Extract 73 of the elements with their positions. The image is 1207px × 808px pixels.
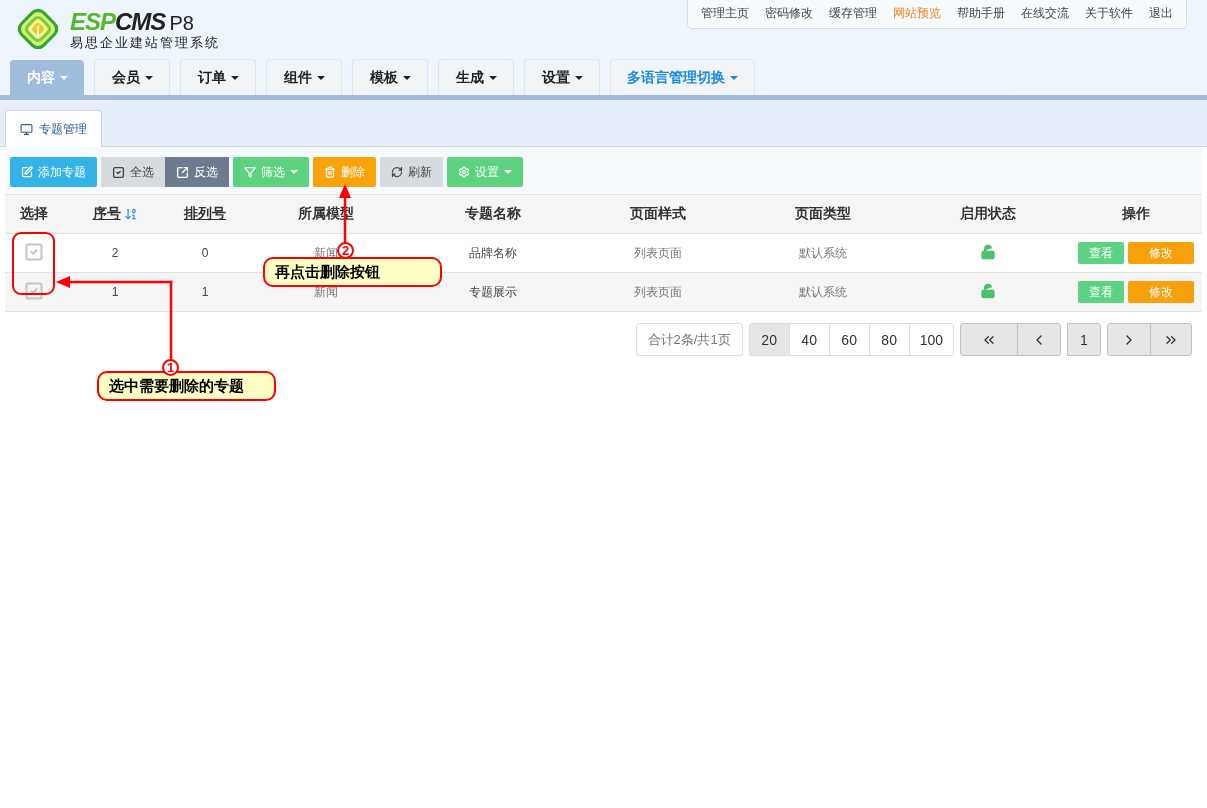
top-link[interactable]: 缓存管理 [829, 5, 877, 22]
square-check-icon [112, 165, 125, 179]
nav-tab[interactable]: 设置 [524, 59, 600, 95]
nav-tab[interactable]: 组件 [266, 59, 342, 95]
caret-icon [574, 75, 583, 80]
caret-icon [290, 170, 298, 174]
table-cell: 1 [111, 285, 119, 299]
first-page-button[interactable] [960, 323, 1018, 356]
table-cell: 1 [201, 285, 209, 299]
table-cell: 默认系统 [798, 245, 847, 260]
highlight-frame [12, 232, 55, 295]
prev-page-button[interactable] [1017, 323, 1061, 356]
table-cell: 0 [201, 246, 209, 260]
gear-icon [458, 166, 470, 178]
table-cell: 品牌名称 [468, 245, 517, 260]
caret-icon [59, 75, 68, 80]
page-size-button[interactable]: 60 [828, 323, 870, 356]
top-link[interactable]: 帮助手册 [957, 5, 1005, 22]
trash-icon [324, 166, 336, 178]
nav-tab[interactable]: 订单 [180, 59, 256, 95]
caret-icon [504, 170, 512, 174]
page-size-button[interactable]: 20 [748, 323, 790, 356]
last-page-button[interactable] [1150, 323, 1192, 356]
top-link[interactable]: 密码修改 [765, 5, 813, 22]
table-cell: 2 [111, 246, 119, 260]
top-link[interactable]: 退出 [1149, 5, 1173, 22]
toolbar-button[interactable]: 全选 [101, 157, 165, 187]
top-link[interactable]: 管理主页 [701, 5, 749, 22]
column-header: 操作 [1122, 205, 1150, 223]
column-header: 页面样式 [629, 205, 686, 223]
nav-tab[interactable]: 会员 [94, 59, 170, 95]
callout-note: 再点击删除按钮 [263, 257, 442, 287]
table-cell: 列表页面 [633, 284, 682, 299]
callout-note: 选中需要删除的专题 [97, 371, 276, 401]
share-icon [176, 165, 189, 179]
caret-icon [488, 75, 497, 80]
page-size-button[interactable]: 80 [868, 323, 910, 356]
funnel-icon [244, 166, 256, 178]
column-header: 页面类型 [794, 205, 851, 223]
column-header: 启用状态 [959, 205, 1016, 223]
brand-name: ESPCMS [70, 9, 166, 35]
top-link[interactable]: 在线交流 [1021, 5, 1069, 22]
page-button[interactable]: 1 [1067, 323, 1101, 356]
top-link[interactable]: 关于软件 [1085, 5, 1133, 22]
table-cell: 新闻 [314, 284, 338, 299]
table-cell: 默认系统 [798, 284, 847, 299]
next-page-button[interactable] [1107, 323, 1151, 356]
unlocked-icon[interactable] [979, 282, 996, 299]
unlocked-icon[interactable] [979, 243, 996, 260]
nav-tab[interactable]: 生成 [438, 59, 514, 95]
page-size-button[interactable]: 100 [908, 323, 954, 356]
page-size-button[interactable]: 40 [788, 323, 830, 356]
brand-subtitle: 易思企业建站管理系统 [70, 35, 220, 51]
column-header: 专题名称 [464, 205, 521, 223]
column-header: 选择 [19, 205, 48, 223]
toolbar-button[interactable]: 反选 [165, 157, 229, 187]
page-summary: 合计2条/共1页 [635, 323, 743, 356]
toolbar-button[interactable]: 刷新 [380, 157, 443, 187]
caret-icon [316, 75, 325, 80]
row-checkbox[interactable] [23, 280, 44, 301]
table-cell: 列表页面 [633, 245, 682, 260]
caret-icon [402, 75, 411, 80]
page-tab[interactable]: 专题管理 [5, 110, 102, 147]
row-checkbox[interactable] [23, 241, 44, 262]
square-pen-icon [21, 166, 33, 178]
caret-icon [230, 75, 239, 80]
refresh-icon [391, 166, 403, 178]
monitor-icon [20, 122, 33, 136]
caret-icon [144, 75, 153, 80]
table-cell: 专题展示 [468, 284, 517, 299]
version-label: P8 [169, 11, 194, 35]
caret-icon [730, 75, 738, 80]
nav-tab[interactable]: 模板 [352, 59, 428, 95]
